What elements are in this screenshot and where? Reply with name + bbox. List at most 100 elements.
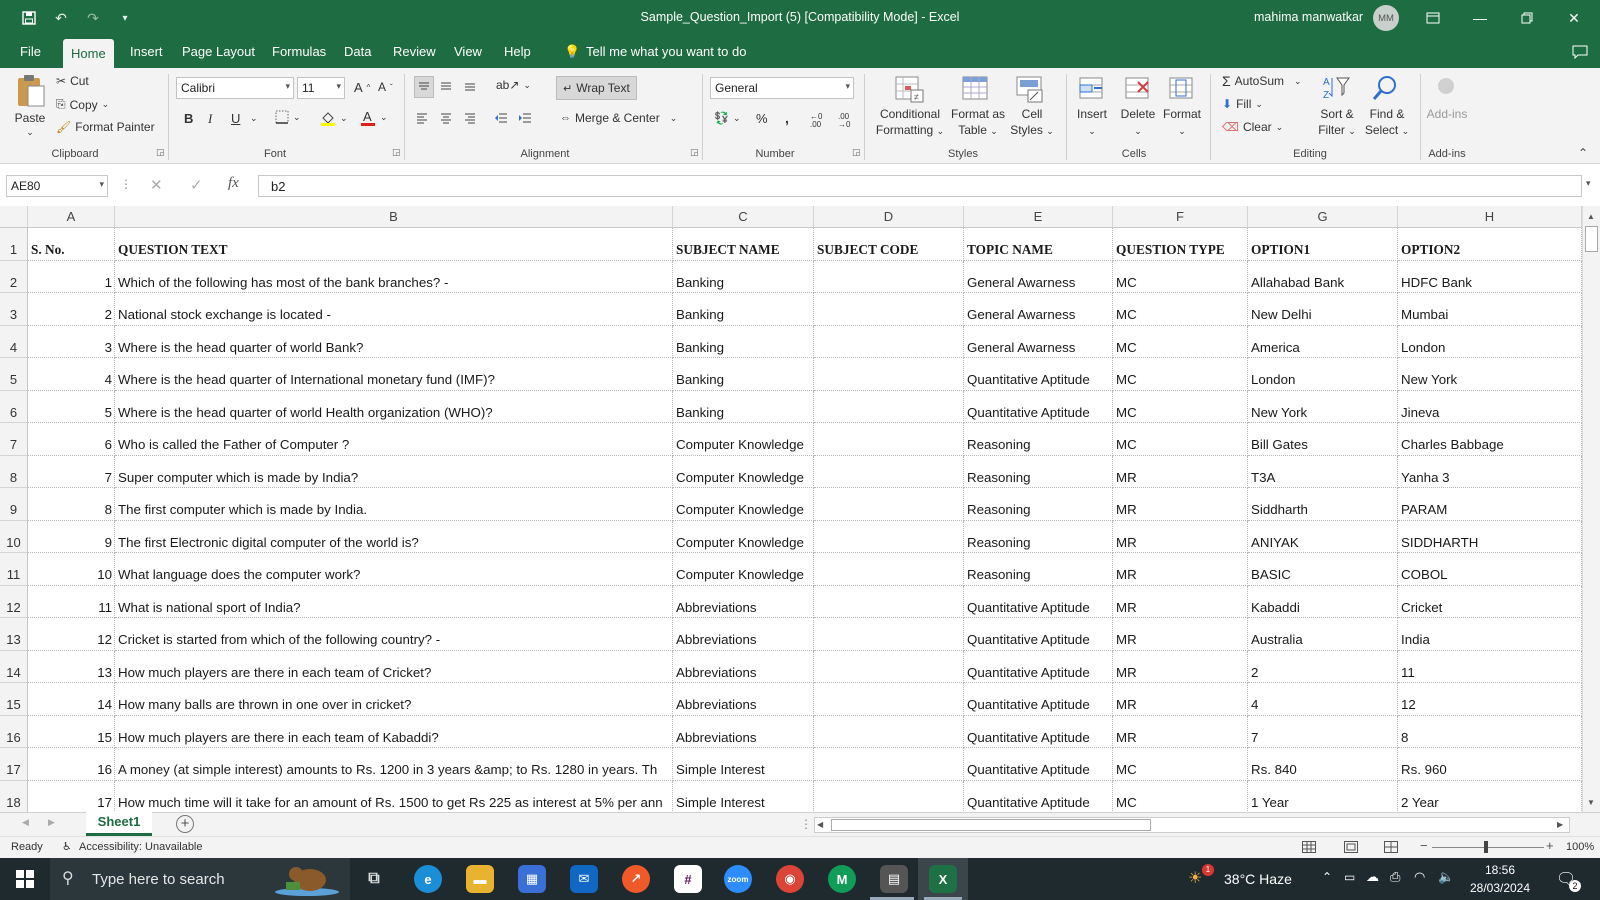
table-cell[interactable] xyxy=(814,585,964,618)
table-cell[interactable]: 11 xyxy=(28,585,115,618)
tab-formulas[interactable]: Formulas xyxy=(264,36,334,68)
table-cell[interactable]: General Awarness xyxy=(964,260,1113,293)
header-cell[interactable]: QUESTION TEXT xyxy=(115,228,673,261)
row-header[interactable]: 3 xyxy=(0,293,28,326)
italic-button[interactable]: I xyxy=(208,111,212,127)
table-cell[interactable] xyxy=(814,325,964,358)
increase-font-icon[interactable]: A ^ xyxy=(354,80,370,95)
show-hidden-icons-icon[interactable]: ⌃ xyxy=(1322,870,1332,884)
table-cell[interactable]: 17 xyxy=(28,780,115,812)
camera-icon[interactable]: ⎙ xyxy=(1390,869,1400,885)
table-cell[interactable]: The first Electronic digital computer of… xyxy=(115,520,673,553)
table-cell[interactable]: MC xyxy=(1113,780,1248,812)
table-cell[interactable]: Banking xyxy=(673,390,814,423)
header-cell[interactable]: TOPIC NAME xyxy=(964,228,1113,261)
table-cell[interactable]: 12 xyxy=(28,618,115,651)
table-cell[interactable]: 1 Year xyxy=(1248,780,1398,812)
row-header[interactable]: 18 xyxy=(0,780,28,812)
table-cell[interactable]: Computer Knowledge xyxy=(673,488,814,521)
tab-split-grip-icon[interactable]: ⋮ xyxy=(800,817,812,831)
horizontal-scroll-thumb[interactable] xyxy=(831,819,1151,831)
table-cell[interactable]: Computer Knowledge xyxy=(673,455,814,488)
table-cell[interactable]: MR xyxy=(1113,650,1248,683)
expand-formula-bar-icon[interactable]: ▾ xyxy=(1586,178,1591,189)
zoom-app-icon[interactable]: zoom xyxy=(724,865,752,893)
vertical-scroll-thumb[interactable] xyxy=(1585,226,1598,252)
tab-view[interactable]: View xyxy=(446,36,490,68)
user-name[interactable]: mahima manwatkar xyxy=(1254,10,1363,24)
table-cell[interactable]: MC xyxy=(1113,748,1248,781)
table-cell[interactable]: 2 Year xyxy=(1398,780,1582,812)
row-header[interactable]: 17 xyxy=(0,748,28,781)
font-color-icon[interactable]: A ⌄ xyxy=(360,109,388,126)
tab-page-layout[interactable]: Page Layout xyxy=(174,36,263,68)
font-size-box[interactable]: 11 ▾ xyxy=(297,77,345,99)
align-middle-icon[interactable] xyxy=(440,80,452,92)
cut-button[interactable]: ✂ Cut xyxy=(56,74,89,88)
tell-me-search[interactable]: Tell me what you want to do xyxy=(578,36,754,68)
table-cell[interactable]: HDFC Bank xyxy=(1398,260,1582,293)
table-cell[interactable]: The first computer which is made by Indi… xyxy=(115,488,673,521)
table-cell[interactable]: New York xyxy=(1248,390,1398,423)
decrease-font-icon[interactable]: Aˇ xyxy=(378,80,393,94)
table-cell[interactable]: MR xyxy=(1113,488,1248,521)
table-cell[interactable]: SIDDHARTH xyxy=(1398,520,1582,553)
fill-button[interactable]: ⬇ Fill ⌄ xyxy=(1222,97,1263,111)
align-bottom-icon[interactable] xyxy=(464,80,476,92)
table-cell[interactable]: BASIC xyxy=(1248,553,1398,586)
table-cell[interactable]: 8 xyxy=(28,488,115,521)
table-cell[interactable] xyxy=(814,423,964,456)
table-cell[interactable]: 8 xyxy=(1398,715,1582,748)
dialog-launcher-icon[interactable]: ◲ xyxy=(392,147,401,158)
table-cell[interactable]: MR xyxy=(1113,683,1248,716)
table-cell[interactable]: Banking xyxy=(673,293,814,326)
autosum-button[interactable]: Σ AutoSum ⌄ xyxy=(1222,73,1302,89)
table-cell[interactable]: What is national sport of India? xyxy=(115,585,673,618)
table-cell[interactable]: India xyxy=(1398,618,1582,651)
table-cell[interactable] xyxy=(814,650,964,683)
table-cell[interactable]: MR xyxy=(1113,520,1248,553)
table-cell[interactable]: ANIYAK xyxy=(1248,520,1398,553)
tab-file[interactable]: File xyxy=(12,36,49,68)
vertical-scrollbar[interactable]: ▲ ▼ xyxy=(1582,206,1600,812)
table-cell[interactable]: How many balls are thrown in one over in… xyxy=(115,683,673,716)
table-cell[interactable]: MR xyxy=(1113,585,1248,618)
insert-cells-icon[interactable] xyxy=(1078,76,1106,107)
zoom-slider-thumb[interactable] xyxy=(1484,841,1488,853)
row-header[interactable]: 14 xyxy=(0,650,28,683)
table-cell[interactable]: National stock exchange is located - xyxy=(115,293,673,326)
table-cell[interactable]: Reasoning xyxy=(964,455,1113,488)
table-cell[interactable]: Yanha 3 xyxy=(1398,455,1582,488)
insert-cells-button[interactable]: Insert ⌄ xyxy=(1070,106,1114,139)
table-cell[interactable]: Quantitative Aptitude xyxy=(964,650,1113,683)
page-break-view-icon[interactable] xyxy=(1384,841,1398,856)
table-cell[interactable]: Siddharth xyxy=(1248,488,1398,521)
table-cell[interactable] xyxy=(814,260,964,293)
column-header[interactable]: A xyxy=(28,206,115,228)
table-cell[interactable]: Quantitative Aptitude xyxy=(964,358,1113,391)
table-cell[interactable]: MC xyxy=(1113,325,1248,358)
column-header[interactable]: C xyxy=(673,206,814,228)
header-cell[interactable]: QUESTION TYPE xyxy=(1113,228,1248,261)
decrease-decimal-icon[interactable]: .00 →0 xyxy=(838,113,850,129)
next-sheet-icon[interactable]: ▶ xyxy=(48,817,55,828)
row-header[interactable]: 4 xyxy=(0,325,28,358)
task-view-icon[interactable]: ⧉ xyxy=(360,865,388,893)
table-cell[interactable]: How much players are there in each team … xyxy=(115,650,673,683)
format-cells-icon[interactable] xyxy=(1168,76,1196,107)
column-header[interactable]: H xyxy=(1398,206,1582,228)
table-cell[interactable]: Cricket xyxy=(1398,585,1582,618)
table-cell[interactable]: MR xyxy=(1113,618,1248,651)
dialog-launcher-icon[interactable]: ◲ xyxy=(690,147,699,158)
table-cell[interactable] xyxy=(814,488,964,521)
sort-filter-icon[interactable]: AZ xyxy=(1322,74,1352,105)
table-cell[interactable]: 6 xyxy=(28,423,115,456)
cancel-entry-icon[interactable]: ✕ xyxy=(150,176,163,194)
weather-icon[interactable]: ☀ xyxy=(1188,868,1202,888)
paste-dropdown-icon[interactable]: ⌄ xyxy=(8,124,52,140)
table-cell[interactable]: Quantitative Aptitude xyxy=(964,715,1113,748)
decrease-indent-icon[interactable] xyxy=(494,112,508,124)
table-cell[interactable]: 14 xyxy=(28,683,115,716)
row-header[interactable]: 10 xyxy=(0,520,28,553)
table-cell[interactable]: Rs. 840 xyxy=(1248,748,1398,781)
